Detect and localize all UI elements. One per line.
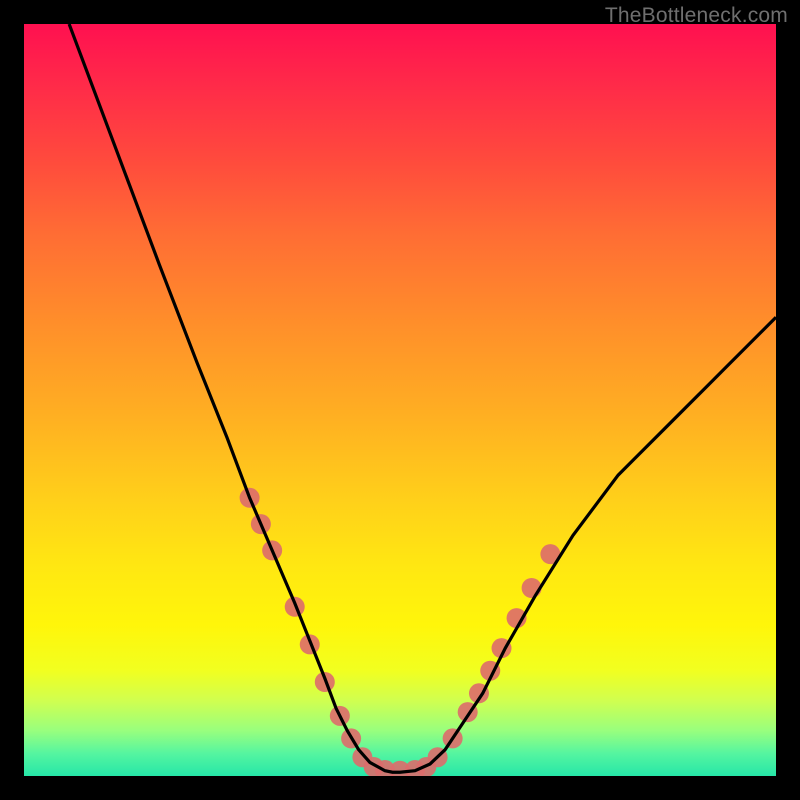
- chart-svg: [24, 24, 776, 776]
- marker-group: [240, 488, 561, 776]
- watermark-label: TheBottleneck.com: [605, 4, 788, 28]
- curve-path: [69, 24, 776, 772]
- chart-plot-area: [24, 24, 776, 776]
- chart-frame: TheBottleneck.com: [0, 0, 800, 800]
